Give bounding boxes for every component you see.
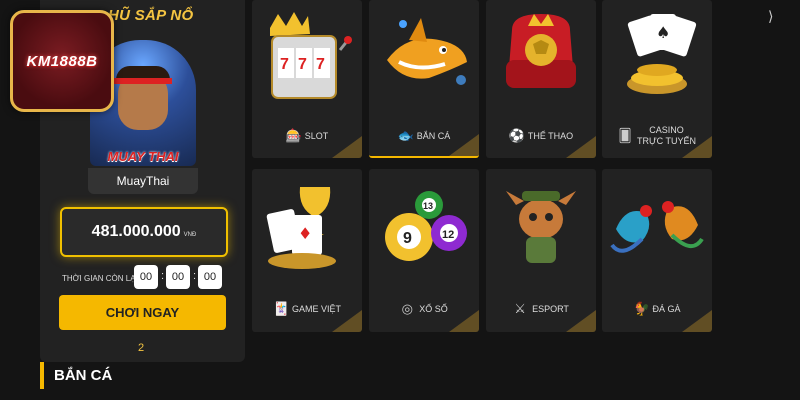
slot-machine-art: 7 7 7 (270, 12, 352, 99)
category-label-row: 🐟 BẮN CÁ (369, 118, 479, 154)
category-tile-esport[interactable]: ⚔ ESPORT (486, 169, 596, 332)
category-label-row: 🃏 GAME VIỆT (252, 291, 362, 327)
category-label: THỂ THAO (527, 130, 574, 141)
game-viet-art: ♦ (266, 187, 336, 269)
svg-text:7: 7 (316, 56, 325, 73)
category-tile-xo-so[interactable]: 9 12 13 ◎ XỔ SỐ (369, 169, 479, 332)
rooster-icon: 🐓 (633, 301, 650, 316)
category-label-row: 🎰 SLOT (252, 118, 362, 154)
jackpot-title: HŨ SẮP NỔ (108, 7, 194, 24)
category-label-line1: CASINO (649, 125, 684, 135)
section-title: BẮN CÁ (54, 367, 113, 384)
category-label: SLOT (304, 130, 329, 141)
category-label-row: ⚔ ESPORT (486, 291, 596, 327)
category-label: BẮN CÁ (416, 130, 451, 141)
casino-cards-art: ♠ (627, 14, 697, 94)
category-label: ĐÁ GÀ (652, 303, 681, 314)
brand-logo-text: KM1888B (26, 52, 98, 70)
cards-icon: 🃏 (272, 301, 290, 316)
category-label: CASINO TRỰC TUYẾN (637, 125, 696, 147)
svg-text:9: 9 (403, 230, 412, 247)
soccer-ball-icon: ⚽ (508, 128, 526, 143)
category-tile-da-ga[interactable]: 🐓 ĐÁ GÀ (602, 169, 712, 332)
timer-hours: 00 (134, 265, 158, 289)
category-label: GAME VIỆT (291, 303, 341, 314)
timer-separator: : (161, 270, 165, 282)
category-tile-ban-ca[interactable]: 🐟 BẮN CÁ (369, 0, 479, 158)
jackpot-currency: VNĐ (183, 232, 197, 238)
section-accent-bar (40, 362, 44, 389)
svg-text:♠: ♠ (656, 23, 670, 42)
game-title-art: MUAY THAI (107, 149, 179, 164)
play-now-button[interactable]: CHƠI NGAY (59, 295, 226, 330)
category-tile-casino[interactable]: ♠ 🂠 CASINO TRỰC TUYẾN (602, 0, 712, 158)
chevron-right-icon[interactable]: ⟩ (768, 8, 773, 25)
category-tile-the-thao[interactable]: ⚽ THỂ THAO (486, 0, 596, 158)
svg-text:7: 7 (298, 56, 307, 73)
svg-text:13: 13 (423, 201, 433, 211)
lottery-balls-art: 9 12 13 (385, 191, 467, 261)
timer-seconds: 00 (198, 265, 222, 289)
esport-character-art (506, 191, 576, 263)
category-label-row: 🐓 ĐÁ GÀ (602, 291, 712, 327)
slot-machine-icon: 🎰 (285, 128, 302, 143)
category-label-row: ◎ XỔ SỐ (369, 291, 479, 327)
svg-text:7: 7 (280, 56, 289, 73)
category-label: ESPORT (532, 303, 569, 314)
category-label: XỔ SỐ (419, 303, 448, 314)
jackpot-game-name: MuayThai (88, 168, 198, 194)
category-tile-game-viet[interactable]: ♦ 🃏 GAME VIỆT (252, 169, 362, 332)
fighter-headband-art (114, 78, 172, 84)
brand-logo[interactable]: KM1888B (10, 10, 114, 112)
crossed-swords-icon: ⚔ (514, 301, 526, 316)
trophy-chair-art (506, 14, 576, 88)
category-label-line2: TRỰC TUYẾN (636, 136, 697, 146)
category-tile-slot[interactable]: 7 7 7 🎰 SLOT (252, 0, 362, 158)
category-label-row: ⚽ THỂ THAO (486, 118, 596, 154)
category-label-row: 🂠 CASINO TRỰC TUYẾN (602, 118, 712, 154)
rooster-fight-art (610, 201, 704, 253)
svg-text:♦: ♦ (298, 224, 312, 243)
timer-separator: : (193, 270, 197, 282)
jackpot-amount: 481.000.000 (91, 223, 181, 240)
timer-minutes: 00 (166, 265, 190, 289)
timer-label: THỜI GIAN CÒN LẠI: (62, 274, 140, 283)
lottery-ball-icon: ◎ (401, 301, 413, 316)
jackpot-amount-box: 481.000.000 VNĐ (60, 207, 228, 257)
fish-icon: 🐟 (397, 128, 414, 143)
svg-text:12: 12 (442, 229, 454, 241)
page-indicator[interactable]: 2 (138, 342, 144, 354)
shark-art (387, 18, 467, 85)
playing-card-icon: 🂠 (618, 128, 632, 143)
